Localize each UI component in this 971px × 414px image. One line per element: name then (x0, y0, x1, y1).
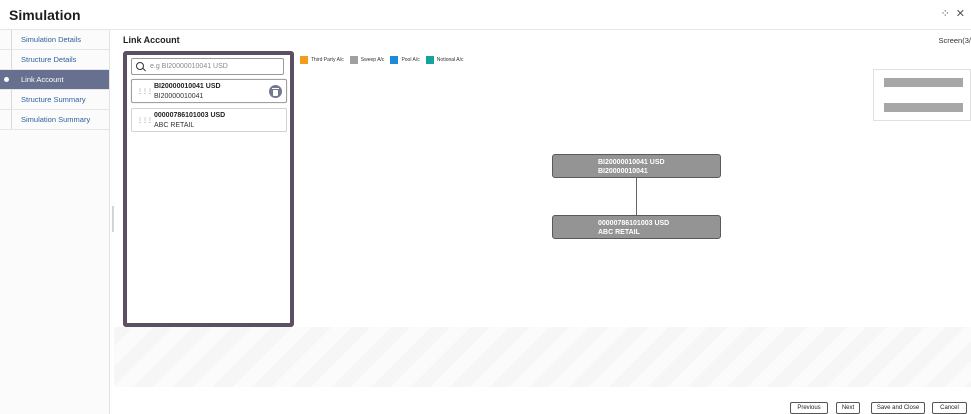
drag-handle-icon[interactable]: ⋮⋮⋮ (137, 88, 153, 95)
sidebar-item-label: Simulation Details (21, 35, 82, 44)
header-bar: Simulation ⁘ ✕ (0, 0, 971, 30)
legend-label: Third Party A/c (311, 57, 344, 63)
active-step-dot-icon (4, 77, 9, 82)
third-party-swatch-icon (300, 56, 308, 64)
save-and-close-button[interactable]: Save and Close (871, 402, 925, 414)
tree-connector (636, 178, 637, 215)
node-account-number: BI20000010041 USD (598, 159, 665, 166)
legend-label: Pool A/c (401, 57, 420, 63)
main-content: Link Account Screen(3/ ⋮⋮⋮ BI20000010041… (114, 30, 971, 414)
section-title: Link Account (123, 35, 180, 45)
account-card[interactable]: ⋮⋮⋮ 00000786101003 USD ABC RETAIL (131, 108, 287, 132)
search-input[interactable] (150, 63, 280, 70)
node-account-name: BI20000010041 (598, 168, 648, 175)
sidebar-item-simulation-summary[interactable]: Simulation Summary (0, 110, 109, 130)
trash-icon (272, 87, 279, 96)
next-button[interactable]: Next (836, 402, 860, 414)
screen-indicator: Screen(3/ (938, 36, 971, 45)
account-list-panel: ⋮⋮⋮ BI20000010041 USD BI20000010041 ⋮⋮⋮ … (123, 51, 294, 327)
header-actions: ⁘ ✕ (941, 8, 965, 20)
account-type-legend: Third Party A/c Sweep A/c Pool A/c Notio… (300, 56, 466, 64)
fullscreen-icon[interactable]: ⁘ (941, 8, 950, 20)
notional-swatch-icon (425, 56, 434, 64)
account-card[interactable]: ⋮⋮⋮ BI20000010041 USD BI20000010041 (131, 79, 287, 103)
toolbox-item[interactable] (884, 103, 963, 112)
sidebar-item-label: Structure Details (21, 55, 77, 64)
sidebar-item-label: Structure Summary (21, 95, 86, 104)
account-number: BI20000010041 USD (154, 83, 221, 90)
sidebar-item-structure-details[interactable]: Structure Details (0, 50, 109, 70)
sidebar-item-link-account[interactable]: Link Account (0, 70, 109, 90)
close-icon[interactable]: ✕ (956, 8, 965, 20)
tree-node-child[interactable]: 00000786101003 USD ABC RETAIL (552, 215, 721, 239)
background-pattern (114, 327, 971, 387)
delete-account-button[interactable] (269, 85, 282, 98)
sidebar-item-label: Link Account (21, 75, 64, 84)
cancel-button[interactable]: Cancel (932, 402, 967, 414)
sidebar-nav: Simulation Details Structure Details Lin… (0, 30, 110, 414)
structure-canvas[interactable]: Third Party A/c Sweep A/c Pool A/c Notio… (298, 51, 971, 327)
account-name: ABC RETAIL (154, 122, 195, 129)
toolbox-item[interactable] (884, 78, 963, 87)
sidebar-item-simulation-details[interactable]: Simulation Details (0, 30, 109, 50)
node-account-number: 00000786101003 USD (598, 220, 670, 227)
drag-handle-icon[interactable]: ⋮⋮⋮ (137, 117, 153, 124)
search-field[interactable] (131, 58, 284, 75)
previous-button[interactable]: Previous (790, 402, 828, 414)
sweep-swatch-icon (349, 56, 358, 64)
account-number: 00000786101003 USD (154, 112, 226, 119)
sidebar-item-structure-summary[interactable]: Structure Summary (0, 90, 109, 110)
search-icon (136, 61, 146, 72)
legend-label: Notional A/c (436, 57, 464, 63)
legend-label: Sweep A/c (360, 57, 385, 63)
pool-swatch-icon (390, 56, 399, 64)
node-account-name: ABC RETAIL (598, 229, 640, 236)
sidebar-item-label: Simulation Summary (21, 115, 91, 124)
tree-node-parent[interactable]: BI20000010041 USD BI20000010041 (552, 154, 721, 178)
footer-actions: Previous Next Save and Close Cancel (114, 402, 971, 414)
page-title: Simulation (9, 7, 81, 23)
account-name: BI20000010041 (154, 93, 204, 100)
node-toolbox (873, 69, 971, 121)
